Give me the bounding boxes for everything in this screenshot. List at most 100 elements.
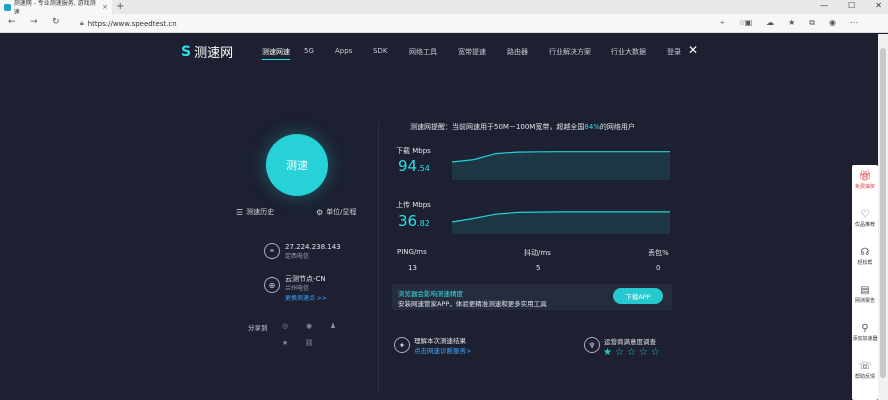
node-name: 云测节点-CN xyxy=(285,275,326,283)
browser-tab-bar: 测速网 - 专业测速服务, 游戏测速 × + — ☐ ✕ xyxy=(0,0,888,16)
window-controls: — ☐ ✕ xyxy=(820,1,882,10)
float-label-help: 轻松帮 xyxy=(857,260,873,266)
download-chart xyxy=(452,145,670,180)
upload-int: 36 xyxy=(398,212,418,230)
star-icon[interactable]: ☆ xyxy=(615,347,624,358)
ip-address: 27.224.238.143 xyxy=(285,243,341,251)
back-arrow-icon[interactable]: ← xyxy=(8,17,16,27)
node-info: 云测节点-CN 兰州电信 更换测速点 >> xyxy=(285,274,327,304)
banner-title: 浏览器会影响测速精度 xyxy=(398,290,463,298)
refresh-icon[interactable]: ↻ xyxy=(52,17,60,27)
star-icon[interactable]: ★ xyxy=(603,347,612,358)
tip-prefix: 测速网提醒：当前网速用于50M－100M宽带，超越全国 xyxy=(410,123,585,131)
nav-item-speedtest[interactable]: 测速网速 xyxy=(262,47,290,60)
browser-toolbar-icons: ▣ ☁ ★ ⧉ ◉ ⋯ xyxy=(745,18,858,28)
feedback-icon: ☏ xyxy=(858,361,872,372)
speed-tip: 测速网提醒：当前网速用于50M－100M宽带，超越全国84%的网络用户 xyxy=(410,122,635,132)
history-icon: ☰ xyxy=(236,207,244,217)
page-body: S 测速网 测速网速 5G Apps SDK 网络工具 宽带提速 路由器 行业解… xyxy=(0,34,878,400)
close-icon[interactable]: ✕ xyxy=(688,43,698,57)
tip-suffix: 的网络用户 xyxy=(599,123,635,131)
nav-item-sdk[interactable]: SDK xyxy=(373,47,387,55)
tip-percent: 84% xyxy=(584,123,600,131)
star-icon[interactable]: ☆ xyxy=(627,347,636,358)
loss-label: 丢包% xyxy=(648,249,669,257)
new-tab-button[interactable]: + xyxy=(116,1,124,12)
banner-text: 安装网速管家APP，体验更精准测速和更多实用工具 xyxy=(398,300,547,308)
explain-result[interactable]: 理解本次测速结果 点击网速诊断服务> xyxy=(414,336,471,356)
maximize-button[interactable]: ☐ xyxy=(848,1,855,10)
scrollbar-thumb[interactable] xyxy=(880,48,886,378)
login-link[interactable]: 登录 xyxy=(667,47,681,57)
upload-value: 36.82 xyxy=(398,212,430,230)
float-item-help[interactable]: ☊ 轻松帮 xyxy=(852,247,878,266)
node-location: 兰州电信 xyxy=(285,285,310,292)
collections-icon[interactable]: ⧉ xyxy=(809,18,815,28)
report-icon: ▤ xyxy=(860,285,870,296)
copy-link-icon[interactable]: ⛓ xyxy=(304,338,314,348)
unit-settings-link[interactable]: ⚙ 单位/显程 xyxy=(316,207,357,217)
float-item-report[interactable]: ▤ 网测报告 xyxy=(852,285,878,304)
ip-location: 定西电信 xyxy=(285,253,310,260)
download-int: 94 xyxy=(398,157,418,175)
nav-item-solutions[interactable]: 行业解决方案 xyxy=(549,47,591,57)
nav-item-bigdata[interactable]: 行业大数据 xyxy=(611,47,646,57)
headset-icon: ☊ xyxy=(860,247,870,258)
loss-value: 0 xyxy=(656,264,661,272)
unit-settings-label: 单位/显程 xyxy=(326,208,357,216)
ip-info: 27.224.238.143 定西电信 xyxy=(285,242,341,262)
nav-item-broadband[interactable]: 宽带提速 xyxy=(458,47,486,57)
gear-icon: ⚙ xyxy=(316,207,324,217)
float-item-accelerator[interactable]: ⚲ 添加加速器 xyxy=(852,323,878,342)
logo-text: 测速网 xyxy=(194,46,234,61)
wechat-icon[interactable]: ◎ xyxy=(280,321,290,331)
tab-close-icon[interactable]: × xyxy=(102,3,108,11)
download-app-button[interactable]: 下载APP xyxy=(613,288,663,304)
nav-item-apps[interactable]: Apps xyxy=(335,47,352,55)
download-dec: .54 xyxy=(417,164,430,173)
nav-item-5g[interactable]: 5G xyxy=(304,47,314,55)
address-bar: ← → ↻ 🔒︎ https://www.speedtest.cn ⌖ ☆ ▣ … xyxy=(0,14,888,33)
qzone-star-icon[interactable]: ★ xyxy=(280,338,290,348)
rating-stars[interactable]: ★ ☆ ☆ ☆ ☆ xyxy=(603,347,660,358)
nav-item-network-tools[interactable]: 网络工具 xyxy=(409,47,437,57)
site-favicon-icon xyxy=(4,3,11,11)
lock-icon: 🔒︎ xyxy=(80,19,84,27)
extension-icon[interactable]: ▣ xyxy=(745,18,753,28)
survey-title: 运营商满意度调查 xyxy=(604,338,656,346)
star-icon[interactable]: ☆ xyxy=(639,347,648,358)
float-label-feedback: 帮助反馈 xyxy=(854,374,875,380)
download-value: 94.54 xyxy=(398,157,430,175)
heart-icon: ♡ xyxy=(860,209,870,220)
cloud-icon[interactable]: ☁ xyxy=(766,18,774,28)
minimize-button[interactable]: — xyxy=(820,1,828,10)
more-menu-icon[interactable]: ⋯ xyxy=(850,18,858,28)
close-window-button[interactable]: ✕ xyxy=(875,1,882,10)
star-icon[interactable]: ☆ xyxy=(651,347,660,358)
start-test-button[interactable]: 测速 xyxy=(266,134,328,196)
float-item-lottery[interactable]: 🎁︎ 免费抽奖 xyxy=(852,171,878,190)
upload-dec: .82 xyxy=(417,219,430,228)
logo-icon: S xyxy=(181,43,192,60)
page-scrollbar[interactable] xyxy=(878,34,888,400)
profile-icon[interactable]: ◉ xyxy=(829,18,836,28)
change-node-link[interactable]: 更换测速点 >> xyxy=(285,294,327,304)
float-item-recommend[interactable]: ♡ 优品推荐 xyxy=(852,209,878,228)
ping-value: 13 xyxy=(408,264,417,272)
explain-link[interactable]: 点击网速诊断服务> xyxy=(414,346,471,356)
favorites-icon[interactable]: ★ xyxy=(788,18,795,28)
float-label-recommend: 优品推荐 xyxy=(854,222,875,228)
url-input[interactable]: 🔒︎ https://www.speedtest.cn xyxy=(80,17,740,30)
qq-icon[interactable]: ♟ xyxy=(328,321,338,331)
location-icon[interactable]: ⌖ xyxy=(720,18,725,28)
history-link[interactable]: ☰ 测速历史 xyxy=(236,207,274,217)
browser-tab[interactable]: 测速网 - 专业测速服务, 游戏测速 × xyxy=(0,0,112,16)
lightbulb-icon: ✦ xyxy=(394,337,410,353)
float-label-lottery: 免费抽奖 xyxy=(854,184,875,190)
forward-arrow-icon[interactable]: → xyxy=(30,17,38,27)
site-logo[interactable]: S 测速网 xyxy=(181,42,234,62)
chart-area xyxy=(452,211,670,234)
weibo-icon[interactable]: ◉ xyxy=(304,321,314,331)
float-item-feedback[interactable]: ☏ 帮助反馈 xyxy=(852,361,878,380)
nav-item-router[interactable]: 路由器 xyxy=(507,47,528,57)
